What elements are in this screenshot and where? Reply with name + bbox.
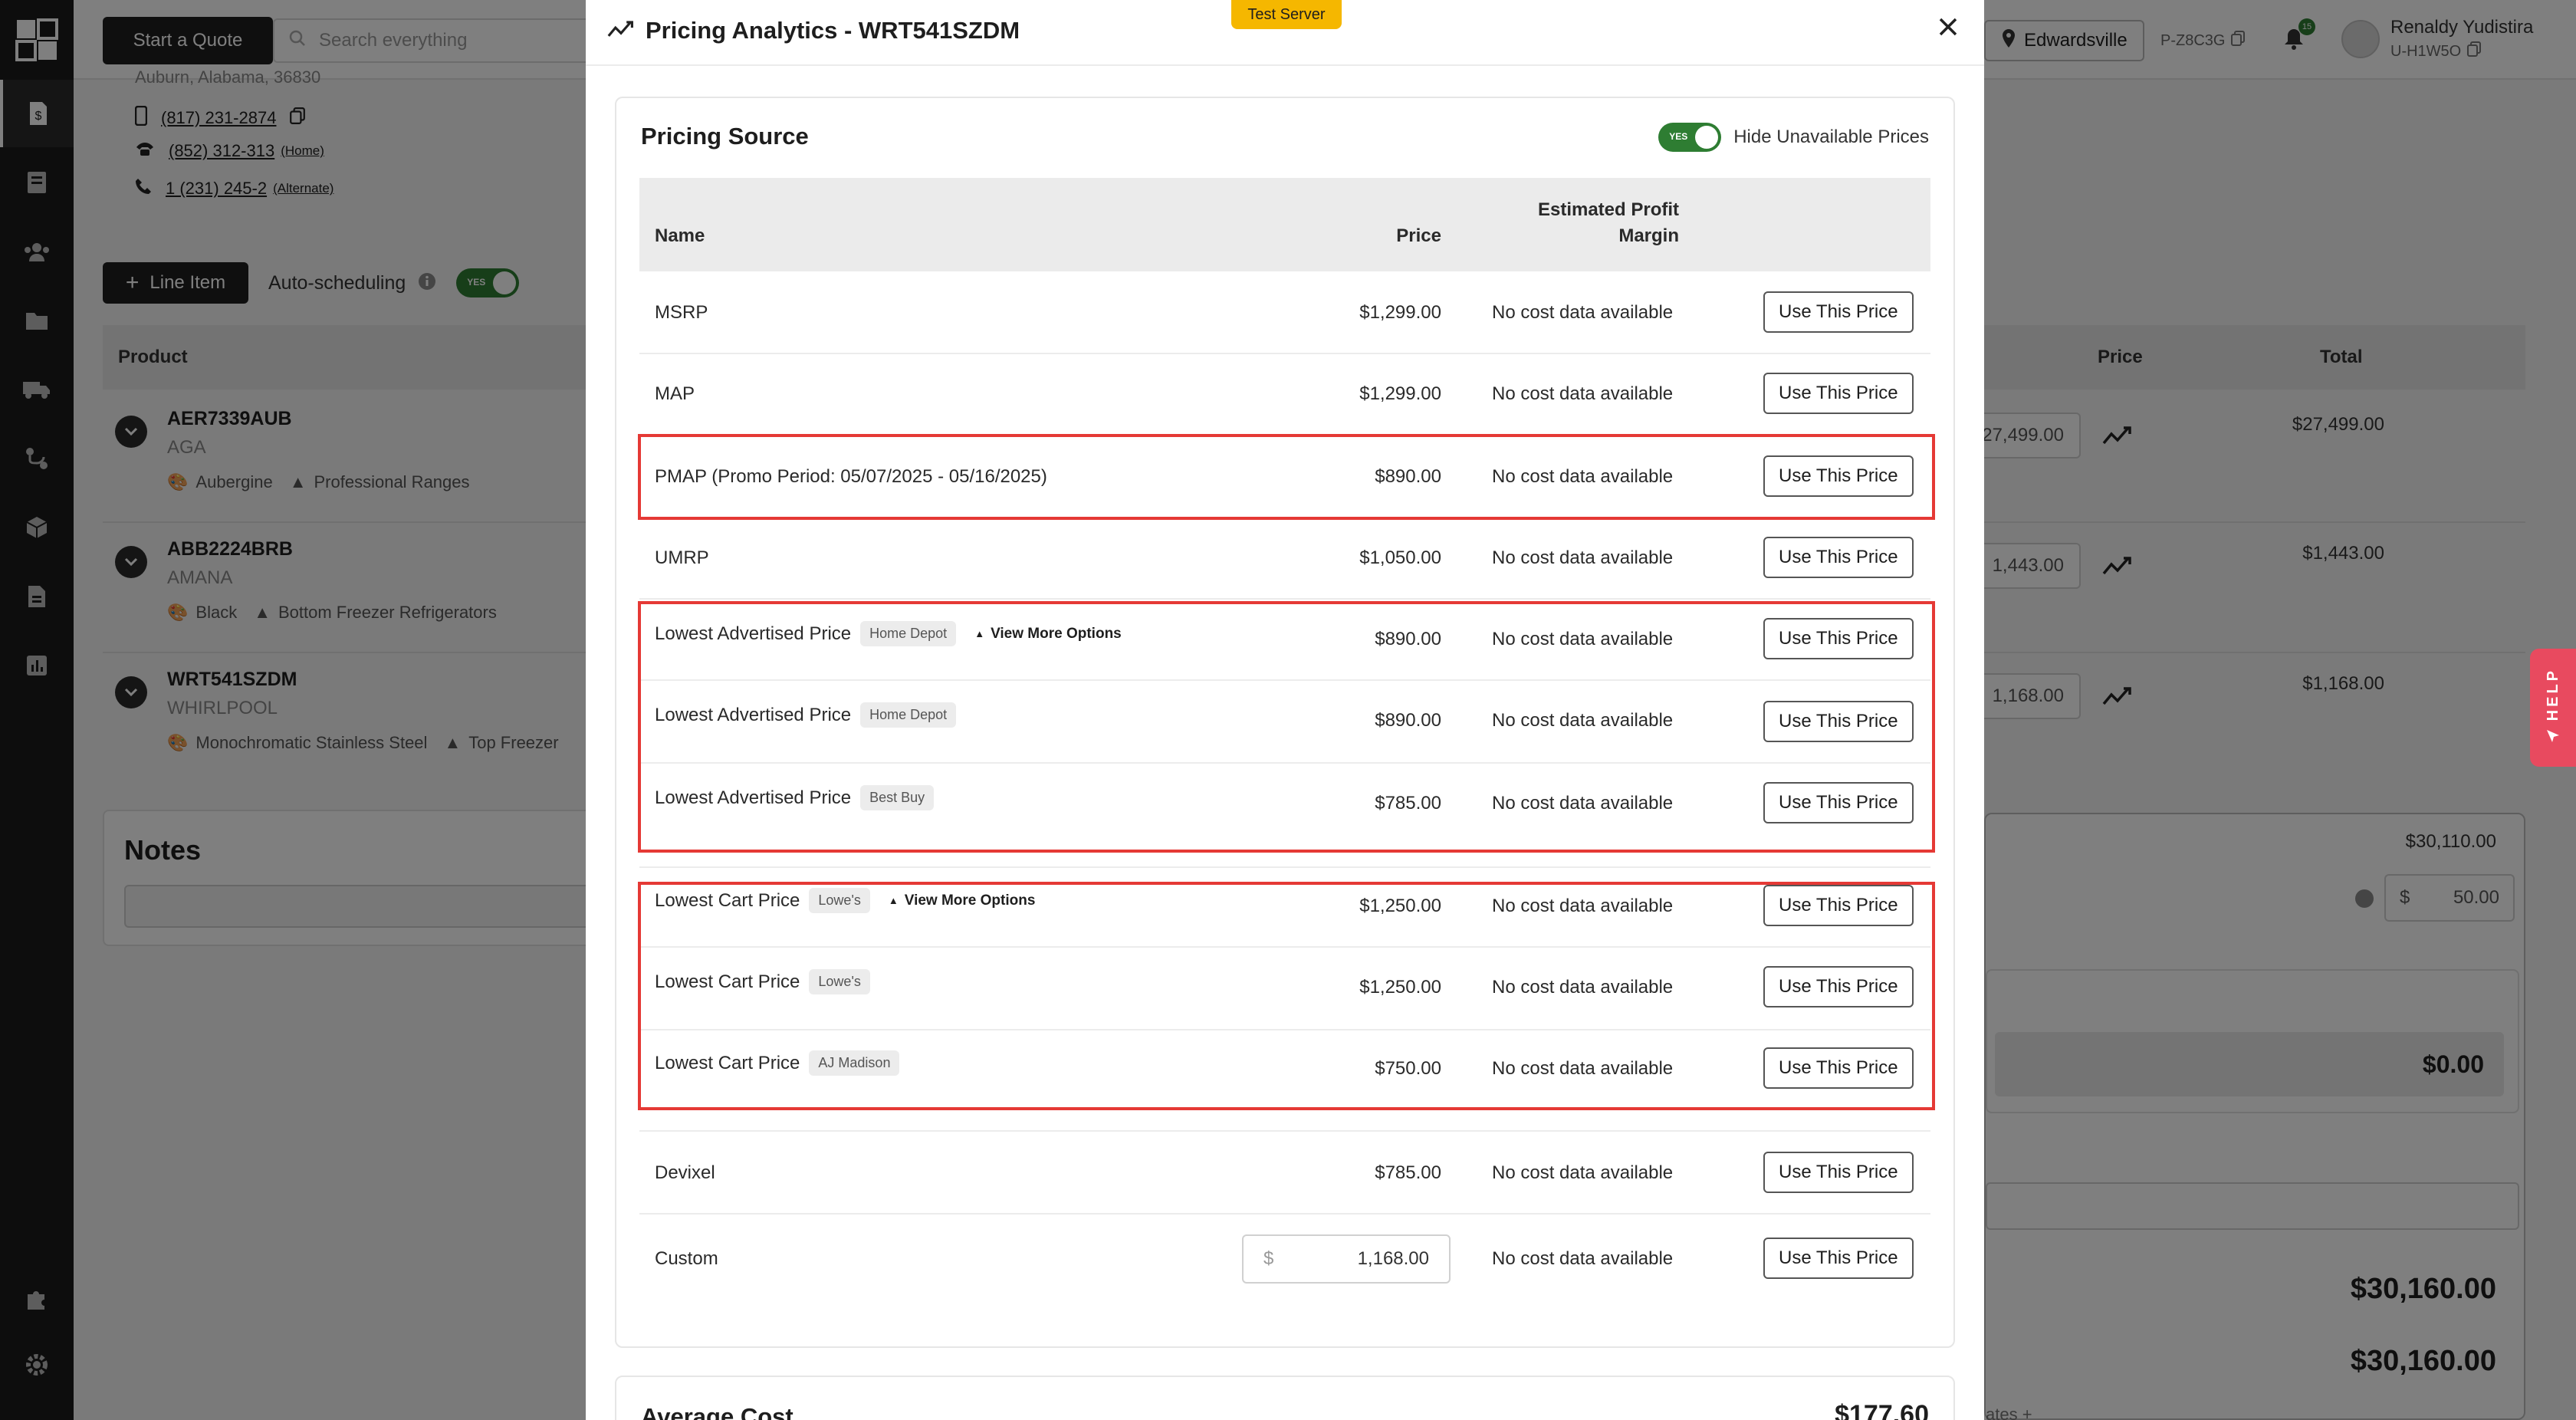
price-source-name: Custom: [655, 1248, 718, 1269]
modal-title: Pricing Analytics - WRT541SZDM: [646, 17, 1020, 44]
price-value: $1,299.00: [1359, 302, 1441, 323]
price-value: $785.00: [1375, 1162, 1441, 1183]
price-value: $1,299.00: [1359, 383, 1441, 404]
highlight-box: [638, 434, 1935, 520]
toggle-knob: [1695, 126, 1719, 149]
help-label: HELP: [2544, 667, 2561, 722]
margin-value: No cost data available: [1492, 383, 1674, 404]
margin-value: No cost data available: [1492, 302, 1674, 323]
pricing-source-title: Pricing Source: [641, 123, 809, 150]
margin-value: No cost data available: [1492, 547, 1674, 568]
price-row-map: MAP $1,299.00 No cost data available Use…: [639, 354, 1930, 436]
highlight-box: [638, 882, 1935, 1110]
test-server-badge: Test Server: [1231, 0, 1342, 29]
price-row-devixel: Devixel $785.00 No cost data available U…: [639, 1132, 1930, 1215]
price-column-header: Price: [1396, 225, 1441, 246]
use-this-price-button[interactable]: Use This Price: [1763, 373, 1914, 414]
margin-value: No cost data available: [1492, 1162, 1674, 1183]
hide-unavailable-control: YES Hide Unavailable Prices: [1658, 123, 1929, 152]
pricing-analytics-modal: Pricing Analytics - WRT541SZDM Test Serv…: [586, 0, 1984, 1420]
price-value: $1,050.00: [1359, 547, 1441, 568]
pricing-table-header: Name Price Estimated Profit Margin: [639, 178, 1930, 271]
toggle-yes-text: YES: [1669, 131, 1688, 142]
use-this-price-button[interactable]: Use This Price: [1763, 291, 1914, 333]
price-row-custom: Custom $ 1,168.00 No cost data available…: [639, 1215, 1930, 1302]
custom-price-input[interactable]: $ 1,168.00: [1242, 1234, 1451, 1284]
average-cost-value: $177.60: [1835, 1400, 1929, 1420]
margin-column-header: Estimated Profit Margin: [1538, 199, 1679, 247]
close-icon[interactable]: [1935, 14, 1961, 44]
custom-price-currency: $: [1263, 1248, 1274, 1269]
name-column-header: Name: [655, 225, 705, 246]
help-tab[interactable]: HELP: [2530, 649, 2576, 767]
price-row-umrp: UMRP $1,050.00 No cost data available Us…: [639, 518, 1930, 600]
price-source-name: Devixel: [655, 1162, 715, 1183]
use-this-price-button[interactable]: Use This Price: [1763, 1152, 1914, 1193]
hide-unavailable-label: Hide Unavailable Prices: [1733, 127, 1929, 147]
use-this-price-button[interactable]: Use This Price: [1763, 537, 1914, 578]
price-source-name: MSRP: [655, 302, 708, 323]
margin-header-line2: Margin: [1618, 225, 1679, 246]
custom-price-value: 1,168.00: [1357, 1248, 1429, 1269]
hide-unavailable-toggle[interactable]: YES: [1658, 123, 1722, 152]
margin-value: No cost data available: [1492, 1248, 1674, 1269]
price-source-name: UMRP: [655, 547, 709, 568]
average-cost-label: Average Cost: [641, 1403, 794, 1420]
use-this-price-button[interactable]: Use This Price: [1763, 1238, 1914, 1279]
price-source-name: MAP: [655, 383, 695, 404]
arrow-pointer-icon: [2545, 728, 2561, 748]
trending-up-icon: [607, 17, 635, 44]
price-row-msrp: MSRP $1,299.00 No cost data available Us…: [639, 271, 1930, 354]
highlight-box: [638, 601, 1935, 853]
margin-header-line1: Estimated Profit: [1537, 199, 1679, 220]
average-cost-card: Average Cost $177.60: [615, 1376, 1955, 1420]
